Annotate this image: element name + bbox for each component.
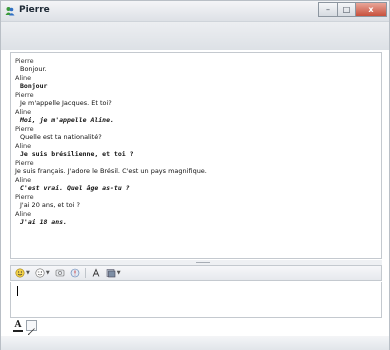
message-sender: Pierre	[15, 193, 34, 201]
contact-header	[1, 22, 389, 50]
message-input[interactable]	[10, 282, 382, 318]
message-text: J'ai 20 ans, et toi ?	[20, 201, 80, 209]
message-sender: Aline	[15, 176, 32, 184]
compose-toolbar: ▼ ▼ ▼	[10, 265, 382, 281]
handwriting-button[interactable]	[26, 320, 37, 335]
message-block: Aline Bonjour	[15, 74, 378, 91]
message-text: Moi, je m'appelle Aline.	[20, 116, 114, 124]
window-controls: – □ x	[318, 2, 387, 17]
message-text: Je m'appelle Jacques. Et toi?	[20, 99, 112, 107]
message-block: Pierre Je suis français. J'adore le Brés…	[15, 159, 378, 176]
message-block: Aline C'est vrai. Quel âge as-tu ?	[15, 176, 378, 193]
chevron-down-icon: ▼	[116, 270, 121, 276]
message-sender: Aline	[15, 210, 32, 218]
message-text: Je suis français. J'adore le Brésil. C'e…	[15, 167, 207, 175]
status-bar	[1, 336, 389, 350]
toolbar-separator	[84, 268, 86, 278]
font-icon	[92, 268, 100, 277]
close-button[interactable]: x	[355, 2, 387, 17]
messenger-icon	[5, 7, 15, 16]
message-sender: Aline	[15, 108, 32, 116]
pen-icon	[28, 328, 35, 335]
font-style-button[interactable]: A	[13, 320, 23, 332]
message-block: Aline J'ai 18 ans.	[15, 210, 378, 227]
background-button[interactable]: ▼	[106, 267, 121, 279]
maximize-button[interactable]: □	[337, 2, 355, 17]
message-sender: Pierre	[15, 57, 34, 65]
voice-clip-button[interactable]	[55, 267, 65, 279]
message-text: Bonjour	[20, 82, 48, 90]
font-button[interactable]	[91, 267, 101, 279]
message-text: J'ai 18 ans.	[20, 218, 67, 226]
chevron-down-icon: ▼	[26, 270, 30, 276]
minimize-button[interactable]: –	[318, 2, 337, 17]
message-block: Pierre Bonjour.	[15, 57, 378, 74]
window-title: Pierre	[19, 5, 50, 15]
message-text: Je suis brésilienne, et toi ?	[20, 150, 134, 158]
chevron-down-icon: ▼	[45, 270, 50, 276]
message-text: C'est vrai. Quel âge as-tu ?	[20, 184, 130, 192]
wink-icon	[35, 268, 45, 278]
message-sender: Pierre	[15, 91, 34, 99]
message-text: Bonjour.	[20, 65, 47, 73]
text-cursor	[17, 286, 18, 296]
format-bar: A	[10, 318, 382, 335]
message-block: Pierre Je m'appelle Jacques. Et toi?	[15, 91, 378, 108]
chat-window: Pierre – □ x Pierre Bonjour. Aline Bonjo…	[0, 0, 390, 350]
emoticon-button[interactable]: ▼	[15, 267, 30, 279]
nudge-icon	[70, 268, 80, 278]
nudge-button[interactable]	[70, 267, 80, 279]
message-sender: Pierre	[15, 159, 34, 167]
message-block: Pierre J'ai 20 ans, et toi ?	[15, 193, 378, 210]
message-sender: Aline	[15, 142, 32, 150]
message-block: Aline Moi, je m'appelle Aline.	[15, 108, 378, 125]
message-sender: Aline	[15, 74, 32, 82]
voice-clip-icon	[55, 269, 65, 277]
message-block: Aline Je suis brésilienne, et toi ?	[15, 142, 378, 159]
wink-button[interactable]: ▼	[35, 267, 50, 279]
conversation-history[interactable]: Pierre Bonjour. Aline Bonjour Pierre Je …	[10, 52, 382, 259]
background-icon	[106, 269, 116, 278]
message-sender: Pierre	[15, 125, 34, 133]
message-text: Quelle est ta nationalité?	[20, 133, 102, 141]
title-bar: Pierre – □ x	[1, 1, 389, 22]
emoticon-icon	[15, 268, 25, 278]
splitter-grip	[196, 262, 210, 263]
message-block: Pierre Quelle est ta nationalité?	[15, 125, 378, 142]
